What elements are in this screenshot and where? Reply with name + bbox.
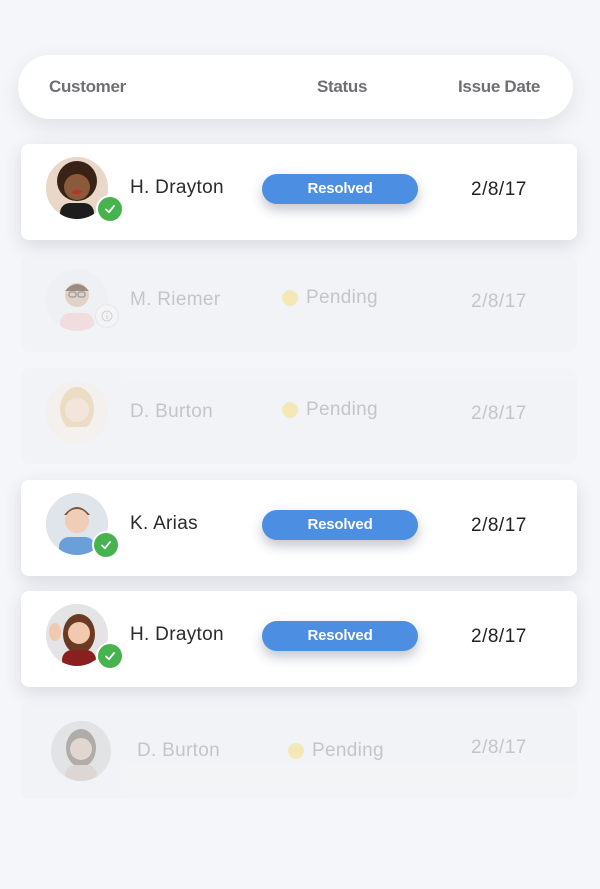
table-row[interactable]: H. Drayton Resolved 2/8/17 — [21, 144, 577, 240]
customer-name: M. Riemer — [130, 289, 221, 310]
info-icon — [95, 304, 119, 328]
status-badge: Resolved — [262, 621, 418, 651]
customer-name: K. Arias — [130, 513, 198, 534]
status-label: Pending — [306, 287, 378, 308]
table-row[interactable]: D. Burton Pending 2/8/17 — [21, 703, 577, 799]
pending-status-dot — [282, 402, 298, 418]
table-row[interactable]: H. Drayton Resolved 2/8/17 — [21, 591, 577, 687]
table-row[interactable]: D. Burton Pending 2/8/17 — [21, 368, 577, 464]
customer-column-header[interactable]: Customer — [49, 55, 126, 119]
status-badge: Resolved — [262, 174, 418, 204]
issue-date: 2/8/17 — [471, 179, 527, 200]
table-row[interactable]: M. Riemer Pending 2/8/17 — [21, 256, 577, 352]
status-badge: Resolved — [262, 510, 418, 540]
check-icon — [96, 642, 124, 670]
status-column-header[interactable]: Status — [317, 55, 367, 119]
table-row[interactable]: K. Arias Resolved 2/8/17 — [21, 480, 577, 576]
issue-date: 2/8/17 — [471, 515, 527, 536]
issue-date: 2/8/17 — [471, 737, 527, 758]
customer-name: D. Burton — [130, 401, 213, 422]
status-label: Pending — [306, 399, 378, 420]
avatar — [46, 381, 108, 443]
check-icon — [92, 531, 120, 559]
issue-date: 2/8/17 — [471, 626, 527, 647]
issue-date-column-header[interactable]: Issue Date — [458, 55, 540, 119]
avatar — [51, 721, 111, 781]
check-icon — [96, 195, 124, 223]
pending-status-dot — [288, 743, 304, 759]
table-header: Customer Status Issue Date — [18, 55, 573, 119]
pending-status-dot — [282, 290, 298, 306]
customer-name: H. Drayton — [130, 624, 224, 645]
customer-name: D. Burton — [137, 740, 220, 761]
issue-date: 2/8/17 — [471, 291, 527, 312]
issue-date: 2/8/17 — [471, 403, 527, 424]
customer-name: H. Drayton — [130, 177, 224, 198]
status-label: Pending — [312, 740, 384, 761]
